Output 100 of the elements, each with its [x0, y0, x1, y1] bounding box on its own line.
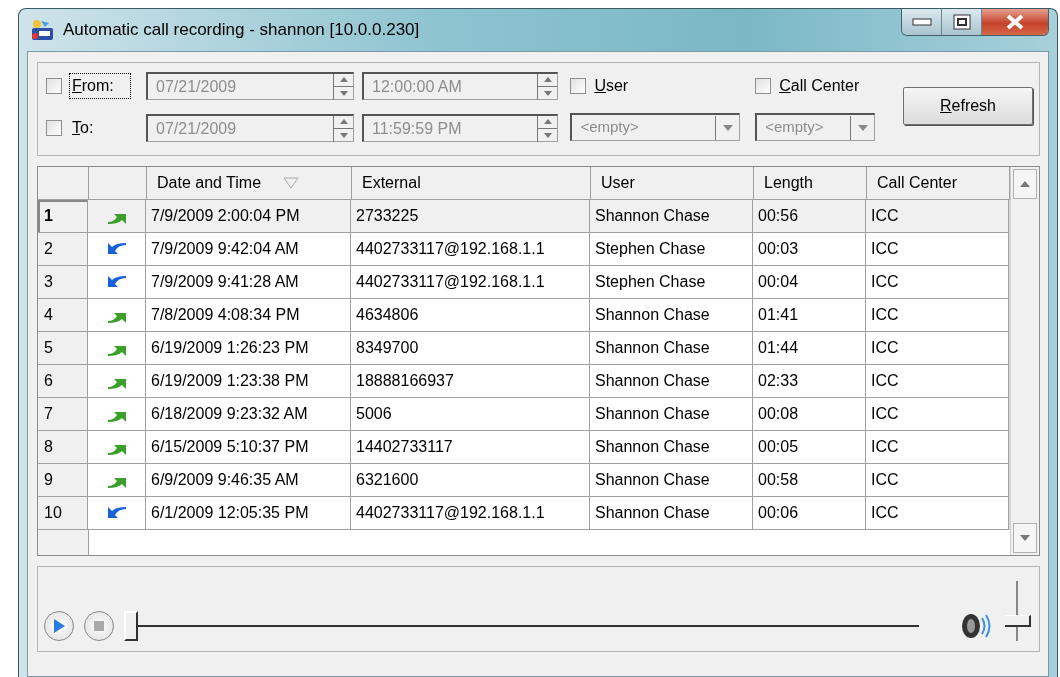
- column-header[interactable]: Call Center: [867, 167, 1010, 200]
- table-cell: ICC: [866, 497, 1009, 530]
- table-cell: ICC: [866, 365, 1009, 398]
- spin-up-icon[interactable]: [339, 119, 348, 125]
- table-cell: 6/1/2009 12:05:35 PM: [146, 497, 351, 530]
- table-row[interactable]: 6 6/19/2009 1:23:38 PM 18888166937 Shannon Chase 02:33 ICC: [38, 365, 1010, 398]
- table-cell: ICC: [866, 200, 1009, 233]
- column-header[interactable]: User: [591, 167, 754, 200]
- checkbox[interactable]: [46, 120, 62, 136]
- vertical-scrollbar[interactable]: [1010, 167, 1039, 555]
- table-cell: ICC: [866, 431, 1009, 464]
- refresh-button[interactable]: Refresh: [903, 87, 1033, 125]
- filter-label: Call Center: [779, 76, 860, 96]
- table-cell: 7/9/2009 9:41:28 AM: [146, 266, 351, 299]
- close-button[interactable]: [982, 9, 1048, 35]
- table-row[interactable]: 1 7/9/2009 2:00:04 PM 2733225 Shannon Chase 00:56 ICC: [38, 200, 1010, 233]
- table-cell: ICC: [866, 332, 1009, 365]
- table-cell: ICC: [866, 266, 1009, 299]
- table-cell: 2733225: [351, 200, 590, 233]
- spin-down-icon[interactable]: [543, 132, 552, 138]
- table-cell: 14402733117: [351, 431, 590, 464]
- table-cell: Shannon Chase: [590, 398, 753, 431]
- table-cell: 6/18/2009 9:23:32 AM: [146, 398, 351, 431]
- slider-thumb[interactable]: [124, 611, 138, 641]
- column-header[interactable]: External: [352, 167, 591, 200]
- table-cell: 02:33: [753, 365, 866, 398]
- table-cell: ICC: [866, 464, 1009, 497]
- table-cell: ICC: [866, 398, 1009, 431]
- row-number: 7: [38, 398, 88, 431]
- table-cell: Shannon Chase: [590, 365, 753, 398]
- table-cell: 00:05: [753, 431, 866, 464]
- row-number: 1: [38, 200, 88, 233]
- table-cell: Stephen Chase: [590, 233, 753, 266]
- table-cell: Shannon Chase: [590, 200, 753, 233]
- row-number: 10: [38, 497, 88, 530]
- table-row[interactable]: 4 7/8/2009 4:08:34 PM 4634806 Shannon Chase 01:41 ICC: [38, 299, 1010, 332]
- table-cell: 00:08: [753, 398, 866, 431]
- table-cell: Stephen Chase: [590, 266, 753, 299]
- table-cell: ICC: [866, 299, 1009, 332]
- table-row[interactable]: 10 6/1/2009 12:05:35 PM 4402733117@192.168.1.1 Shannon Chase 00:06 ICC: [38, 497, 1010, 530]
- table-cell: 4402733117@192.168.1.1: [351, 266, 590, 299]
- filter-label: To:: [71, 118, 95, 138]
- position-slider[interactable]: [124, 611, 919, 641]
- minimize-icon: [911, 18, 932, 26]
- play-icon: [53, 619, 65, 633]
- table-row[interactable]: 8 6/15/2009 5:10:37 PM 14402733117 Shannon Chase 00:05 ICC: [38, 431, 1010, 464]
- row-number: 9: [38, 464, 88, 497]
- checkbox[interactable]: [755, 78, 772, 94]
- table-cell: 6/19/2009 1:26:23 PM: [146, 332, 351, 365]
- table-row[interactable]: 9 6/9/2009 9:46:35 AM 6321600 Shannon Chase 00:58 ICC: [38, 464, 1010, 497]
- window-title: Automatic call recording - shannon [10.0.0.230]: [63, 19, 420, 42]
- row-number: 3: [38, 266, 88, 299]
- maximize-icon: [952, 14, 971, 30]
- volume-slider[interactable]: [1003, 581, 1033, 641]
- spin-up-icon[interactable]: [543, 77, 552, 83]
- table-row[interactable]: 3 7/9/2009 9:41:28 AM 4402733117@192.168.1.1 Stephen Chase 00:04 ICC: [38, 266, 1010, 299]
- column-header[interactable]: Date and Time: [147, 167, 352, 200]
- filter-label: User: [594, 76, 629, 96]
- table-cell: 8349700: [351, 332, 590, 365]
- table-row[interactable]: 2 7/9/2009 9:42:04 AM 4402733117@192.168.1.1 Stephen Chase 00:03 ICC: [38, 233, 1010, 266]
- spin-up-icon[interactable]: [543, 119, 552, 125]
- table-cell: 01:41: [753, 299, 866, 332]
- spin-down-icon[interactable]: [339, 132, 348, 138]
- table-cell: 01:44: [753, 332, 866, 365]
- header-cell: [89, 167, 147, 200]
- spin-down-icon[interactable]: [543, 90, 552, 96]
- slider-thumb[interactable]: [1005, 614, 1031, 627]
- table-cell: 00:04: [753, 266, 866, 299]
- table-cell: Shannon Chase: [590, 332, 753, 365]
- spin-down-icon[interactable]: [339, 90, 348, 96]
- row-number: 5: [38, 332, 88, 365]
- table-cell: 4634806: [351, 299, 590, 332]
- spin-up-icon[interactable]: [339, 77, 348, 83]
- table-cell: ICC: [866, 233, 1009, 266]
- table-row[interactable]: 7 6/18/2009 9:23:32 AM 5006 Shannon Chase 00:08 ICC: [38, 398, 1010, 431]
- table-cell: Shannon Chase: [590, 299, 753, 332]
- play-button[interactable]: [44, 611, 74, 641]
- column-header[interactable]: Length: [754, 167, 867, 200]
- checkbox[interactable]: [46, 78, 62, 94]
- table-cell: 7/9/2009 9:42:04 AM: [146, 233, 351, 266]
- dropdown-arrow-icon[interactable]: [857, 124, 868, 131]
- row-number: 2: [38, 233, 88, 266]
- dropdown-arrow-icon[interactable]: [722, 124, 733, 131]
- table-row[interactable]: 5 6/19/2009 1:26:23 PM 8349700 Shannon Chase 01:44 ICC: [38, 332, 1010, 365]
- table-cell: 6/15/2009 5:10:37 PM: [146, 431, 351, 464]
- table-cell: 4402733117@192.168.1.1: [351, 233, 590, 266]
- row-number: 4: [38, 299, 88, 332]
- table-cell: 6/9/2009 9:46:35 AM: [146, 464, 351, 497]
- app-icon: [29, 18, 55, 42]
- table-cell: 18888166937: [351, 365, 590, 398]
- table-cell: Shannon Chase: [590, 431, 753, 464]
- maximize-button[interactable]: [942, 9, 982, 35]
- row-number: 8: [38, 431, 88, 464]
- minimize-button[interactable]: [902, 9, 942, 35]
- filter-label: From:: [70, 74, 130, 98]
- table-cell: 00:56: [753, 200, 866, 233]
- table-cell: Shannon Chase: [590, 497, 753, 530]
- checkbox[interactable]: [570, 78, 587, 94]
- stop-button[interactable]: [84, 611, 114, 641]
- table-cell: 7/8/2009 4:08:34 PM: [146, 299, 351, 332]
